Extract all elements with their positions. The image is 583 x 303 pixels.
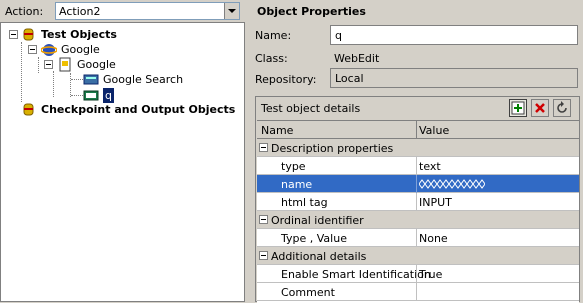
expand-toggle-test-objects[interactable]	[9, 30, 18, 39]
category-label: Ordinal identifier	[271, 214, 364, 227]
tree-label-q: q	[103, 88, 114, 103]
panel-title: Object Properties	[257, 5, 366, 18]
tree-label-google-search: Google Search	[103, 73, 184, 86]
property-row[interactable]: Type , Value None	[257, 229, 579, 247]
collapse-icon[interactable]	[259, 251, 268, 260]
page-icon	[57, 57, 73, 72]
property-row-selected[interactable]: name	[257, 175, 579, 193]
repository-field: Local	[330, 68, 578, 88]
delete-property-button[interactable]	[531, 99, 549, 117]
repository-field-value: Local	[335, 72, 364, 85]
category-row[interactable]: Ordinal identifier	[257, 211, 579, 229]
grid-header: Name Value	[257, 121, 579, 139]
repository-label: Repository:	[255, 73, 317, 86]
property-name: Type , Value	[281, 232, 347, 245]
tree-label-test-objects: Test Objects	[41, 28, 117, 41]
property-row[interactable]: Comment	[257, 283, 579, 301]
property-row[interactable]: html tag INPUT	[257, 193, 579, 211]
property-value: INPUT	[419, 196, 452, 209]
collapse-icon[interactable]	[259, 143, 268, 152]
property-name: Enable Smart Identification	[281, 268, 431, 281]
property-row[interactable]: Enable Smart Identification True	[257, 265, 579, 283]
refresh-button[interactable]	[553, 99, 571, 117]
expand-toggle-browser[interactable]	[28, 45, 37, 54]
repository-icon	[21, 27, 37, 42]
repository-icon	[21, 102, 37, 117]
add-property-button[interactable]	[509, 99, 527, 117]
web-edit-icon	[83, 88, 99, 103]
object-tree[interactable]: Test Objects Google Google Google Search…	[0, 22, 245, 302]
collapse-icon[interactable]	[259, 215, 268, 224]
tree-label-browser: Google	[61, 43, 100, 56]
category-row[interactable]: Additional details	[257, 247, 579, 265]
details-grid[interactable]: Name Value Description properties type t…	[257, 120, 579, 303]
property-name: html tag	[281, 196, 328, 209]
property-value: text	[419, 160, 441, 173]
action-dropdown[interactable]: Action2	[55, 2, 240, 20]
column-header-name[interactable]: Name	[261, 124, 293, 137]
action-label: Action:	[5, 5, 44, 18]
expand-toggle-page[interactable]	[44, 60, 53, 69]
action-dropdown-value: Action2	[59, 5, 101, 18]
property-row[interactable]: type text	[257, 157, 579, 175]
tree-label-checkpoints: Checkpoint and Output Objects	[41, 103, 236, 116]
property-value: None	[419, 232, 448, 245]
property-name: type	[281, 160, 306, 173]
name-label: Name:	[255, 29, 292, 42]
name-field[interactable]: q	[330, 25, 578, 45]
tree-label-page: Google	[77, 58, 116, 71]
web-button-icon	[83, 72, 99, 87]
name-field-value: q	[335, 29, 342, 42]
category-label: Additional details	[271, 250, 367, 263]
property-value: True	[419, 268, 443, 281]
property-name: Comment	[281, 286, 335, 299]
masked-value-pattern	[419, 179, 485, 189]
test-object-details: Test object details Name Value Descripti…	[255, 96, 580, 303]
category-row[interactable]: Description properties	[257, 139, 579, 157]
class-value: WebEdit	[334, 52, 380, 65]
chevron-down-icon[interactable]	[224, 3, 239, 19]
add-icon	[511, 101, 525, 115]
class-label: Class:	[255, 52, 288, 65]
refresh-icon	[557, 101, 567, 113]
delete-icon	[535, 103, 545, 113]
details-title: Test object details	[261, 102, 361, 115]
column-header-value[interactable]: Value	[419, 124, 449, 137]
browser-icon	[40, 42, 58, 57]
category-label: Description properties	[271, 142, 394, 155]
property-name: name	[281, 178, 313, 191]
object-properties-panel: Object Properties Name: q Class: WebEdit…	[250, 0, 583, 303]
